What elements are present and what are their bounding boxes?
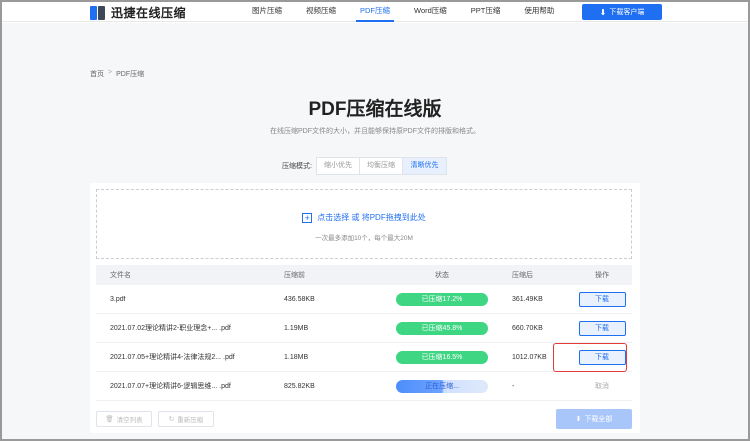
- size-before: 1.19MB: [284, 324, 309, 332]
- site-logo[interactable]: 迅捷在线压缩: [90, 4, 186, 21]
- upload-main-text: 点击选择 或 将PDF拖拽到此处: [317, 213, 426, 222]
- header-before: 压缩前: [284, 272, 305, 279]
- recompress-label: 重新压缩: [177, 417, 204, 424]
- nav-video-compress[interactable]: 视频压缩: [294, 2, 348, 22]
- op-cell: 取消: [572, 381, 632, 391]
- status-cell: 已压缩45.8%: [372, 321, 512, 335]
- download-all-label: 下载全部: [584, 416, 613, 423]
- main-nav: 图片压缩 视频压缩 PDF压缩 Word压缩 PPT压缩 使用帮助: [240, 2, 566, 22]
- size-before: 825.82KB: [284, 382, 315, 390]
- size-after: -: [512, 382, 515, 390]
- header-filename: 文件名: [110, 272, 131, 279]
- clear-list-button[interactable]: 🗑 清空列表: [96, 411, 152, 427]
- upload-limit-text: 一次最多添加10个，每个最大20M: [315, 235, 413, 242]
- download-button[interactable]: 下载: [578, 291, 626, 307]
- download-icon: ⬇: [599, 7, 607, 17]
- status-badge: 正在压缩...: [396, 379, 488, 393]
- header-operation: 操作: [595, 272, 609, 279]
- compression-mode-selector: 压缩模式: 缩小优先 均衡压缩 清晰优先: [282, 157, 447, 175]
- upload-prompt[interactable]: + 点击选择 或 将PDF拖拽到此处: [97, 212, 631, 223]
- file-name: 2021.07.02理论精讲2-职业理念+... .pdf: [110, 325, 231, 332]
- file-table: 文件名 压缩前 状态 压缩后 操作 3.pdf 436.58KB 已压缩17.2…: [96, 265, 632, 401]
- header-status: 状态: [435, 272, 449, 279]
- header-after: 压缩后: [512, 272, 533, 279]
- download-icon: ⬇: [575, 416, 582, 423]
- size-after: 660.70KB: [512, 324, 543, 332]
- mode-label: 压缩模式:: [282, 163, 312, 170]
- breadcrumb-separator: >: [108, 69, 113, 76]
- clear-list-label: 清空列表: [116, 417, 143, 424]
- breadcrumb: 首页 > PDF压缩: [90, 69, 144, 79]
- page-subtitle: 在线压缩PDF文件的大小，并且能够保持原PDF文件的排版和格式。: [270, 128, 480, 135]
- status-cell: 已压缩17.2%: [372, 292, 512, 306]
- download-client-label: 下载客户端: [609, 9, 645, 16]
- cancel-button[interactable]: 取消: [595, 381, 609, 391]
- top-header: 迅捷在线压缩 图片压缩 视频压缩 PDF压缩 Word压缩 PPT压缩 使用帮助…: [2, 2, 748, 22]
- plus-icon: +: [302, 212, 313, 223]
- table-header: 文件名 压缩前 状态 压缩后 操作: [96, 265, 632, 285]
- refresh-icon: ↻: [168, 416, 175, 423]
- mode-options: 缩小优先 均衡压缩 清晰优先: [315, 157, 447, 175]
- status-cell: 已压缩16.5%: [372, 350, 512, 364]
- op-cell: 下载: [572, 291, 632, 307]
- table-row: 2021.07.02理论精讲2-职业理念+... .pdf 1.19MB 已压缩…: [96, 314, 632, 343]
- size-before: 436.58KB: [284, 295, 315, 303]
- download-client-button[interactable]: ⬇ 下载客户端: [582, 4, 662, 20]
- file-name: 2021.07.05+理论精讲4-法律法规2... .pdf: [110, 354, 235, 361]
- download-button[interactable]: 下载: [578, 320, 626, 336]
- nav-ppt-compress[interactable]: PPT压缩: [459, 2, 513, 22]
- mode-option-smaller[interactable]: 缩小优先: [316, 158, 360, 174]
- status-cell: 正在压缩...: [372, 379, 512, 393]
- logo-icon: [90, 5, 106, 20]
- nav-pdf-compress[interactable]: PDF压缩: [348, 2, 402, 22]
- nav-word-compress[interactable]: Word压缩: [402, 2, 459, 22]
- size-after: 361.49KB: [512, 295, 543, 303]
- trash-icon: 🗑: [105, 416, 114, 423]
- status-badge: 已压缩45.8%: [396, 321, 488, 335]
- file-name: 2021.07.07+理论精讲6-逻辑思维... .pdf: [110, 383, 231, 390]
- recompress-button[interactable]: ↻ 重新压缩: [158, 411, 214, 427]
- table-row: 3.pdf 436.58KB 已压缩17.2% 361.49KB 下载: [96, 285, 632, 314]
- nav-image-compress[interactable]: 图片压缩: [240, 2, 294, 22]
- upload-drop-zone[interactable]: + 点击选择 或 将PDF拖拽到此处 一次最多添加10个，每个最大20M: [96, 189, 632, 259]
- highlight-box: [553, 343, 627, 372]
- op-cell: 下载: [572, 320, 632, 336]
- download-all-button[interactable]: ⬇ 下载全部: [556, 409, 632, 429]
- page-title: PDF压缩在线版: [308, 99, 442, 120]
- status-badge: 已压缩17.2%: [396, 292, 488, 306]
- breadcrumb-current: PDF压缩: [116, 71, 145, 78]
- table-row: 2021.07.07+理论精讲6-逻辑思维... .pdf 825.82KB 正…: [96, 372, 632, 401]
- size-before: 1.18MB: [284, 353, 309, 361]
- bottom-actions: 🗑 清空列表 ↻ 重新压缩 ⬇ 下载全部: [96, 409, 632, 431]
- table-row: 2021.07.05+理论精讲4-法律法规2... .pdf 1.18MB 已压…: [96, 343, 632, 372]
- file-name: 3.pdf: [110, 295, 126, 303]
- mode-option-balanced[interactable]: 均衡压缩: [359, 158, 403, 174]
- logo-text: 迅捷在线压缩: [111, 6, 187, 20]
- mode-option-clarity[interactable]: 清晰优先: [402, 158, 446, 174]
- breadcrumb-home[interactable]: 首页: [90, 69, 104, 79]
- nav-help[interactable]: 使用帮助: [512, 2, 566, 22]
- status-badge: 已压缩16.5%: [396, 350, 488, 364]
